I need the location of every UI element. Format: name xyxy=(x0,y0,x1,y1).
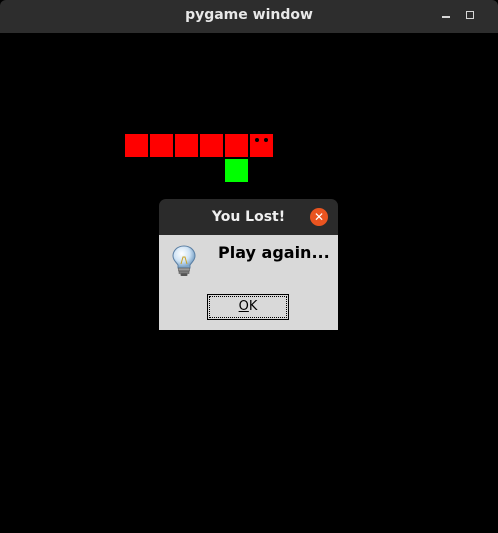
ok-button-label: OK xyxy=(238,299,258,314)
snake-segment xyxy=(125,134,148,157)
dialog-body: Play again... OK xyxy=(159,235,338,330)
minimize-icon[interactable] xyxy=(436,6,456,26)
dialog-message: Play again... xyxy=(218,243,330,262)
pygame-window: pygame window You Lost! ✕ Play again... … xyxy=(0,0,498,533)
snake-segment xyxy=(225,134,248,157)
maximize-icon[interactable] xyxy=(461,6,481,26)
snake-eye xyxy=(255,138,259,142)
food-apple xyxy=(225,159,248,182)
snake-segment xyxy=(175,134,198,157)
lightbulb-icon xyxy=(172,245,196,276)
ok-button[interactable]: OK xyxy=(207,294,289,320)
snake-segment xyxy=(200,134,223,157)
window-title: pygame window xyxy=(185,7,313,23)
close-icon[interactable]: ✕ xyxy=(310,208,328,226)
game-over-dialog: You Lost! ✕ Play again... OK xyxy=(159,199,338,330)
snake-head xyxy=(250,134,273,157)
dialog-titlebar[interactable]: You Lost! ✕ xyxy=(159,199,338,235)
snake-eye xyxy=(264,138,268,142)
window-titlebar[interactable]: pygame window xyxy=(0,0,498,33)
snake-segment xyxy=(150,134,173,157)
